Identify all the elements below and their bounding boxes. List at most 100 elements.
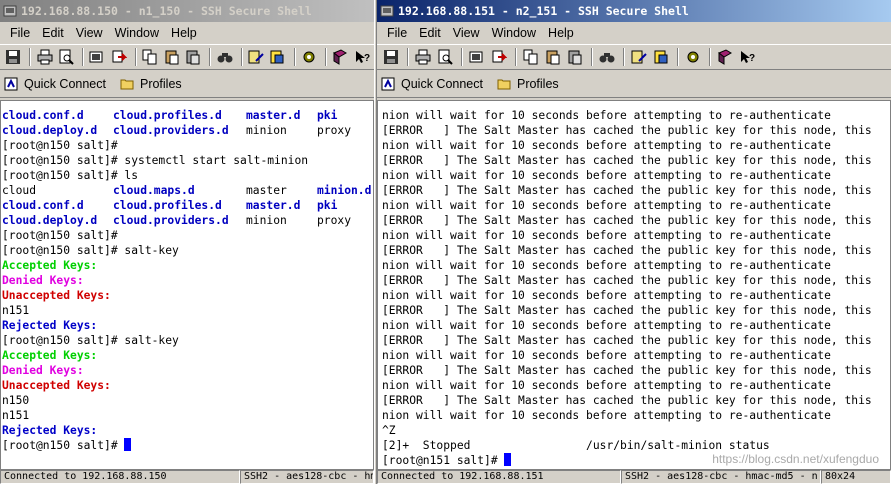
menu-help[interactable]: Help bbox=[542, 26, 580, 40]
toolbar: ? bbox=[0, 44, 374, 70]
toolbar-separator bbox=[29, 48, 32, 66]
window-title: 192.168.88.151 - n2_151 - SSH Secure She… bbox=[398, 4, 689, 18]
menu-help[interactable]: Help bbox=[165, 26, 203, 40]
wait-log-line: nion will wait for 10 seconds before att… bbox=[382, 349, 831, 362]
status-bar: Connected to 192.168.88.151 SSH2 - aes12… bbox=[377, 470, 891, 484]
find-icon[interactable] bbox=[597, 48, 616, 67]
toolbar-separator bbox=[709, 48, 711, 66]
wait-log-line: nion will wait for 10 seconds before att… bbox=[382, 229, 831, 242]
quick-connect-button[interactable]: Quick Connect bbox=[4, 77, 106, 91]
print-preview-icon[interactable] bbox=[435, 48, 454, 67]
text-cursor bbox=[504, 453, 512, 466]
quick-connect-label: Quick Connect bbox=[401, 76, 483, 91]
key-entry: n150 bbox=[2, 394, 30, 407]
terminal-line: cloud.conf.d cloud.profiles.d master.d pki bbox=[2, 198, 373, 213]
profiles-button[interactable]: Profiles bbox=[120, 77, 182, 91]
toolbar-separator bbox=[623, 48, 625, 66]
toolbar-separator bbox=[209, 48, 212, 66]
dir-entry: cloud.maps.d bbox=[113, 184, 195, 197]
folder-icon bbox=[497, 77, 511, 91]
title-bar[interactable]: 192.168.88.150 - n1_150 - SSH Secure She… bbox=[0, 0, 374, 22]
paste-special-icon[interactable] bbox=[565, 48, 584, 67]
whats-this-help-icon[interactable]: ? bbox=[352, 48, 370, 67]
ssh-window-n2: 192.168.88.151 - n2_151 - SSH Secure She… bbox=[377, 0, 891, 484]
new-connection-icon[interactable] bbox=[268, 48, 286, 67]
print-icon[interactable] bbox=[413, 48, 432, 67]
toolbar: ? bbox=[377, 44, 891, 70]
wait-log-line: nion will wait for 10 seconds before att… bbox=[382, 139, 831, 152]
watermark-text: https://blog.csdn.net/xufengduo bbox=[712, 452, 879, 466]
menu-edit[interactable]: Edit bbox=[413, 26, 447, 40]
paste-special-icon[interactable] bbox=[184, 48, 202, 67]
toolbar-separator bbox=[591, 48, 593, 66]
whats-this-help-icon[interactable]: ? bbox=[737, 48, 756, 67]
copy-icon[interactable] bbox=[141, 48, 159, 67]
help-book-icon[interactable] bbox=[331, 48, 349, 67]
paste-icon[interactable] bbox=[163, 48, 181, 67]
dir-entry: master.d bbox=[246, 109, 301, 122]
terminal-line: nion will wait for 10 seconds before att… bbox=[382, 109, 831, 122]
profile-edit-icon[interactable] bbox=[247, 48, 265, 67]
help-book-icon[interactable] bbox=[715, 48, 734, 67]
quick-connect-button[interactable]: Quick Connect bbox=[381, 77, 483, 91]
settings-icon[interactable] bbox=[300, 48, 318, 67]
dir-entry: pki bbox=[317, 199, 338, 212]
new-terminal-icon[interactable] bbox=[88, 48, 106, 67]
dir-entry: cloud.profiles.d bbox=[113, 199, 222, 212]
terminal[interactable]: cloud.conf.d cloud.profiles.d master.d pki … bbox=[0, 100, 374, 470]
menu-view[interactable]: View bbox=[70, 26, 109, 40]
terminal-line: cloud.deploy.d cloud.providers.d minion pro… bbox=[2, 213, 373, 228]
paste-icon[interactable] bbox=[543, 48, 562, 67]
profile-edit-icon[interactable] bbox=[629, 48, 648, 67]
file-transfer-icon[interactable] bbox=[489, 48, 508, 67]
profiles-label: Profiles bbox=[139, 76, 182, 91]
save-icon[interactable] bbox=[4, 48, 22, 67]
menu-window[interactable]: Window bbox=[109, 26, 165, 40]
wait-log-line: nion will wait for 10 seconds before att… bbox=[382, 379, 831, 392]
print-icon[interactable] bbox=[35, 48, 53, 67]
dir-entry: cloud.providers.d bbox=[113, 124, 229, 137]
file-transfer-icon[interactable] bbox=[110, 48, 128, 67]
toolbar-separator bbox=[407, 48, 409, 66]
toolbar-separator bbox=[82, 48, 85, 66]
wait-log-line: nion will wait for 10 seconds before att… bbox=[382, 409, 831, 422]
save-icon[interactable] bbox=[381, 48, 400, 67]
menu-file[interactable]: File bbox=[381, 26, 413, 40]
toolbar-separator bbox=[677, 48, 679, 66]
wait-log-line: nion will wait for 10 seconds before att… bbox=[382, 259, 831, 272]
file-entry: minion bbox=[246, 124, 287, 137]
toolbar-separator bbox=[461, 48, 463, 66]
file-entry: cloud bbox=[2, 184, 37, 197]
rejected-keys-heading: Rejected Keys: bbox=[2, 319, 98, 332]
error-log-line: [ERROR ] The Salt Master has cached the … bbox=[382, 154, 872, 167]
menu-bar: File Edit View Window Help bbox=[0, 22, 374, 44]
unaccepted-keys-heading: Unaccepted Keys: bbox=[2, 289, 111, 302]
settings-icon[interactable] bbox=[683, 48, 702, 67]
error-log-line: [ERROR ] The Salt Master has cached the … bbox=[382, 334, 872, 347]
menu-file[interactable]: File bbox=[4, 26, 36, 40]
text-cursor bbox=[124, 438, 132, 451]
error-log-line: [ERROR ] The Salt Master has cached the … bbox=[382, 364, 872, 377]
ssh-window-n1: 192.168.88.150 - n1_150 - SSH Secure She… bbox=[0, 0, 374, 484]
new-terminal-icon[interactable] bbox=[467, 48, 486, 67]
error-log-line: [ERROR ] The Salt Master has cached the … bbox=[382, 244, 872, 257]
toolbar-separator bbox=[325, 48, 328, 66]
file-entry: proxy bbox=[317, 214, 352, 227]
menu-window[interactable]: Window bbox=[486, 26, 542, 40]
menu-edit[interactable]: Edit bbox=[36, 26, 70, 40]
terminal[interactable]: nion will wait for 10 seconds before att… bbox=[377, 100, 891, 470]
wait-log-line: nion will wait for 10 seconds before att… bbox=[382, 199, 831, 212]
error-log-line: [ERROR ] The Salt Master has cached the … bbox=[382, 394, 872, 407]
new-connection-icon[interactable] bbox=[651, 48, 670, 67]
print-preview-icon[interactable] bbox=[57, 48, 75, 67]
dir-entry: cloud.conf.d bbox=[2, 109, 84, 122]
error-log-line: [ERROR ] The Salt Master has cached the … bbox=[382, 124, 872, 137]
title-bar[interactable]: 192.168.88.151 - n2_151 - SSH Secure She… bbox=[377, 0, 891, 22]
profiles-button[interactable]: Profiles bbox=[497, 77, 559, 91]
terminal-size-status: 80x24 bbox=[821, 470, 891, 484]
wait-log-line: nion will wait for 10 seconds before att… bbox=[382, 169, 831, 182]
menu-view[interactable]: View bbox=[447, 26, 486, 40]
copy-icon[interactable] bbox=[521, 48, 540, 67]
terminal-line: [root@n150 salt]# bbox=[2, 139, 118, 152]
find-icon[interactable] bbox=[215, 48, 233, 67]
